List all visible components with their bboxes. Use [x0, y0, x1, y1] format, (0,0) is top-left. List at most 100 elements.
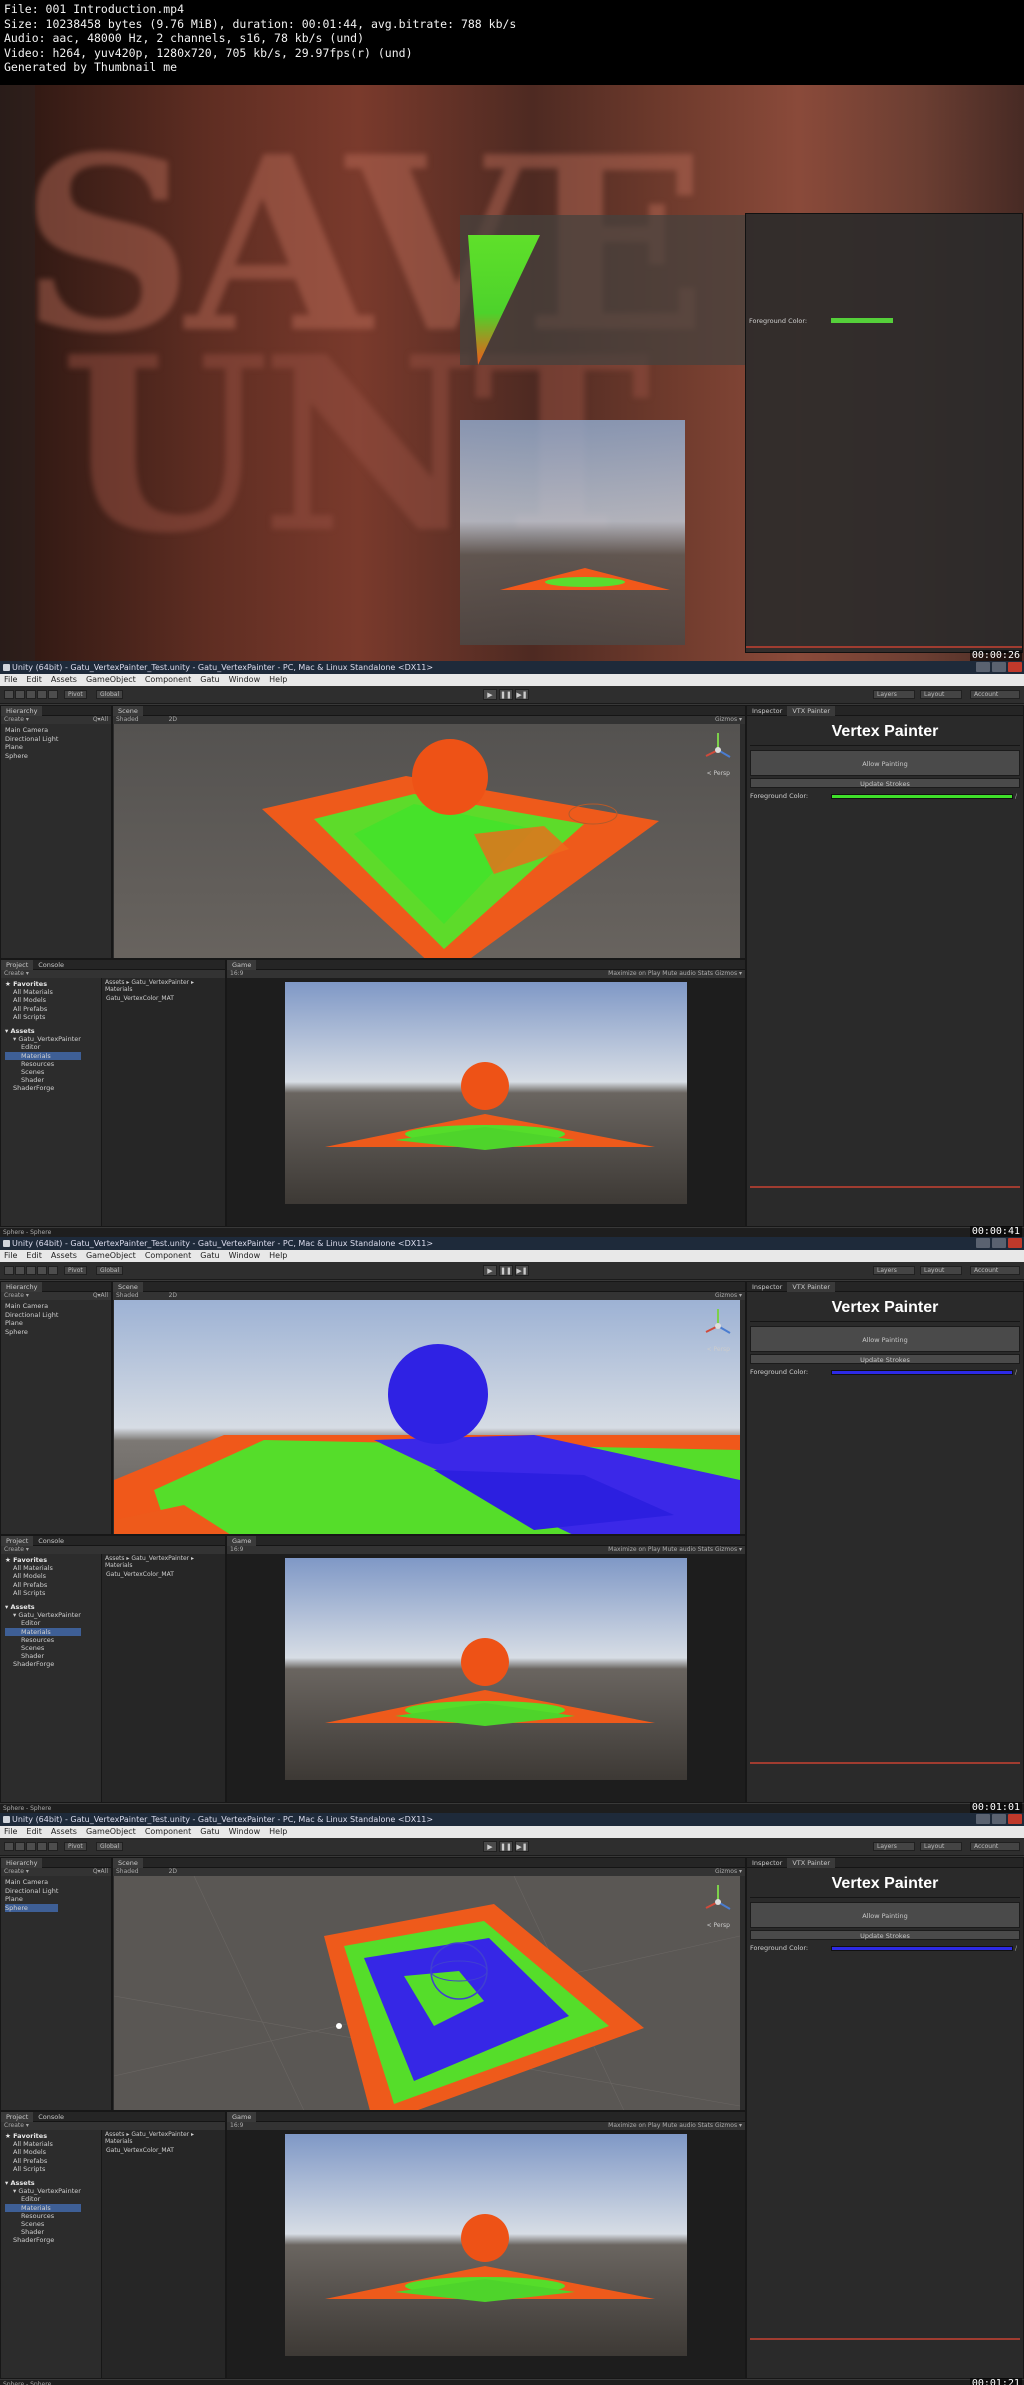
- move-tool-icon[interactable]: [15, 1266, 25, 1275]
- scene-viewport[interactable]: < Persp: [114, 1300, 745, 1534]
- layers-dropdown[interactable]: Layers: [873, 1266, 915, 1275]
- asset-item-material[interactable]: Gatu_VertexColor_MAT: [102, 1570, 225, 1579]
- scale-tool-icon[interactable]: [37, 1842, 47, 1851]
- project-tree-item[interactable]: Shader: [5, 2228, 81, 2236]
- project-tree-item[interactable]: Resources: [5, 1636, 81, 1644]
- game-view-options[interactable]: Maximize on Play Mute audio Stats Gizmos…: [608, 970, 742, 978]
- hierarchy-create-button[interactable]: Create ▾: [4, 716, 29, 723]
- project-tree-item[interactable]: Scenes: [5, 2220, 81, 2228]
- hierarchy-item[interactable]: Main Camera: [5, 726, 58, 735]
- project-tree-item[interactable]: ▾ Assets: [5, 1027, 81, 1035]
- project-tree-item[interactable]: All Materials: [5, 2140, 81, 2148]
- pivot-toggle[interactable]: Pivot: [64, 1266, 87, 1275]
- menu-gameobject[interactable]: GameObject: [86, 1826, 136, 1838]
- project-tree-item[interactable]: All Prefabs: [5, 1005, 81, 1013]
- hierarchy-item[interactable]: Plane: [5, 1319, 58, 1328]
- persp-label[interactable]: < Persp: [707, 1346, 730, 1353]
- hierarchy-create-button[interactable]: Create ▾: [4, 1868, 29, 1875]
- tab-game[interactable]: Game: [227, 2112, 257, 2122]
- hierarchy-item[interactable]: Directional Light: [5, 1887, 58, 1896]
- minimize-button[interactable]: [976, 1814, 990, 1824]
- allow-painting-button[interactable]: Allow Painting: [750, 1902, 1020, 1928]
- menu-component[interactable]: Component: [145, 674, 191, 686]
- shading-mode-dropdown[interactable]: Shaded: [116, 716, 139, 723]
- maximize-button[interactable]: [992, 662, 1006, 672]
- menu-window[interactable]: Window: [229, 1250, 261, 1262]
- foreground-color-swatch[interactable]: [831, 1946, 1013, 1951]
- hierarchy-item[interactable]: Directional Light: [5, 1311, 58, 1320]
- layers-dropdown[interactable]: Layers: [873, 690, 915, 699]
- project-tree-item[interactable]: ShaderForge: [5, 1660, 81, 1668]
- hand-tool-icon[interactable]: [4, 1842, 14, 1851]
- minimize-button[interactable]: [976, 1238, 990, 1248]
- tab-vtx-painter[interactable]: VTX Painter: [787, 1282, 836, 1292]
- global-toggle[interactable]: Global: [96, 690, 124, 699]
- project-tree-item[interactable]: All Models: [5, 2148, 81, 2156]
- global-toggle[interactable]: Global: [96, 1266, 124, 1275]
- project-tree-item[interactable]: All Models: [5, 1572, 81, 1580]
- tab-scene[interactable]: Scene: [113, 706, 143, 716]
- project-tree-item[interactable]: ShaderForge: [5, 2236, 81, 2244]
- pause-button[interactable]: ❚❚: [499, 1265, 513, 1276]
- asset-item-material[interactable]: Gatu_VertexColor_MAT: [102, 994, 225, 1003]
- tab-hierarchy[interactable]: Hierarchy: [1, 1858, 43, 1868]
- tab-vtx-painter[interactable]: VTX Painter: [787, 1858, 836, 1868]
- layout-dropdown[interactable]: Layout: [920, 690, 962, 699]
- hand-tool-icon[interactable]: [4, 1266, 14, 1275]
- project-tree-item[interactable]: ▾ Gatu_VertexPainter: [5, 1035, 81, 1043]
- pivot-toggle[interactable]: Pivot: [64, 690, 87, 699]
- layers-dropdown[interactable]: Layers: [873, 1842, 915, 1851]
- tab-game[interactable]: Game: [227, 1536, 257, 1546]
- mode-2d-toggle[interactable]: 2D: [169, 1292, 177, 1299]
- rotate-tool-icon[interactable]: [26, 1266, 36, 1275]
- update-strokes-button[interactable]: Update Strokes: [750, 778, 1020, 788]
- tab-inspector[interactable]: Inspector: [747, 1858, 787, 1868]
- aspect-dropdown[interactable]: 16:9: [230, 2122, 243, 2129]
- shading-mode-dropdown[interactable]: Shaded: [116, 1868, 139, 1875]
- allow-painting-button[interactable]: Allow Painting: [750, 750, 1020, 776]
- menu-gameobject[interactable]: GameObject: [86, 674, 136, 686]
- project-tree-item[interactable]: ★ Favorites: [5, 2132, 81, 2140]
- tab-hierarchy[interactable]: Hierarchy: [1, 706, 43, 716]
- rect-tool-icon[interactable]: [48, 1842, 58, 1851]
- step-button[interactable]: ▶❚: [515, 1265, 529, 1276]
- mode-2d-toggle[interactable]: 2D: [169, 716, 177, 723]
- project-tree-item[interactable]: Editor: [5, 1619, 81, 1627]
- hand-tool-icon[interactable]: [4, 690, 14, 699]
- hierarchy-item[interactable]: Directional Light: [5, 735, 58, 744]
- play-button[interactable]: ▶: [483, 689, 497, 700]
- tab-console[interactable]: Console: [33, 960, 69, 970]
- hierarchy-search-input[interactable]: Q▾All: [93, 1292, 108, 1300]
- project-create-button[interactable]: Create ▾: [4, 970, 29, 977]
- tab-console[interactable]: Console: [33, 1536, 69, 1546]
- global-toggle[interactable]: Global: [96, 1842, 124, 1851]
- project-tree-item[interactable]: ▾ Assets: [5, 1603, 81, 1611]
- project-tree-item[interactable]: Materials: [5, 2203, 81, 2212]
- scene-gizmos-dropdown[interactable]: Gizmos ▾: [715, 1292, 742, 1300]
- menu-gatu[interactable]: Gatu: [200, 674, 219, 686]
- menu-help[interactable]: Help: [269, 1250, 287, 1262]
- maximize-button[interactable]: [992, 1238, 1006, 1248]
- menu-gatu[interactable]: Gatu: [200, 1250, 219, 1262]
- pivot-toggle[interactable]: Pivot: [64, 1842, 87, 1851]
- scene-gizmos-dropdown[interactable]: Gizmos ▾: [715, 716, 742, 724]
- account-dropdown[interactable]: Account: [970, 1266, 1020, 1275]
- project-tree-item[interactable]: Scenes: [5, 1068, 81, 1076]
- play-button[interactable]: ▶: [483, 1841, 497, 1852]
- tab-vtx-painter[interactable]: VTX Painter: [787, 706, 836, 716]
- close-button[interactable]: [1008, 1238, 1022, 1248]
- account-dropdown[interactable]: Account: [970, 690, 1020, 699]
- hierarchy-item[interactable]: Main Camera: [5, 1878, 58, 1887]
- menu-file[interactable]: File: [4, 674, 17, 686]
- update-strokes-button[interactable]: Update Strokes: [750, 1354, 1020, 1364]
- step-button[interactable]: ▶❚: [515, 1841, 529, 1852]
- layout-dropdown[interactable]: Layout: [920, 1266, 962, 1275]
- project-tree-item[interactable]: Editor: [5, 1043, 81, 1051]
- asset-item-material[interactable]: Gatu_VertexColor_MAT: [102, 2146, 225, 2155]
- eyedropper-icon[interactable]: /: [1015, 794, 1021, 800]
- project-tree-item[interactable]: ▾ Gatu_VertexPainter: [5, 2187, 81, 2195]
- close-button[interactable]: [1008, 1814, 1022, 1824]
- hierarchy-item[interactable]: Sphere: [5, 1328, 58, 1337]
- project-tree-item[interactable]: All Scripts: [5, 1589, 81, 1597]
- rect-tool-icon[interactable]: [48, 690, 58, 699]
